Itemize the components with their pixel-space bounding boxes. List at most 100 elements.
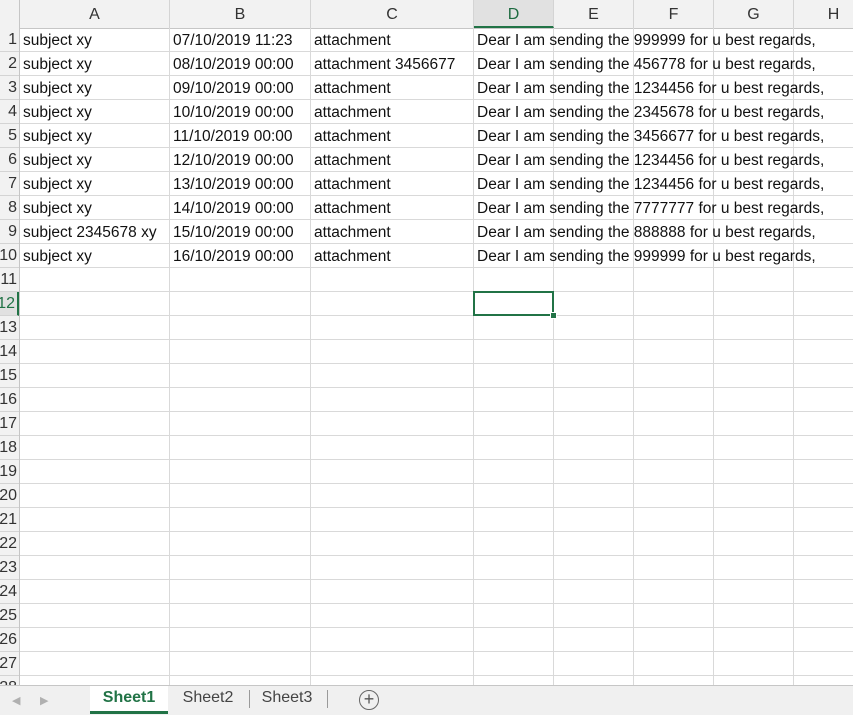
row-header-10[interactable]: 10 xyxy=(0,244,19,268)
row-header-19[interactable]: 19 xyxy=(0,460,19,484)
nav-right-icon[interactable]: ▶ xyxy=(40,694,48,707)
grid-hline xyxy=(20,627,853,628)
row-header-22[interactable]: 22 xyxy=(0,532,19,556)
cell-A9[interactable]: subject 2345678 xy xyxy=(20,220,157,244)
column-header-row: ABCDEFGH xyxy=(0,0,853,29)
cell-C7[interactable]: attachment xyxy=(311,172,391,196)
select-all-corner[interactable] xyxy=(0,0,20,28)
cell-C8[interactable]: attachment xyxy=(311,196,391,220)
column-header-E[interactable]: E xyxy=(554,0,634,28)
tab-sheet3[interactable]: Sheet3 xyxy=(250,686,324,714)
row-header-7[interactable]: 7 xyxy=(0,172,19,196)
cell-A2[interactable]: subject xy xyxy=(20,52,92,76)
row-header-4[interactable]: 4 xyxy=(0,100,19,124)
cell-B8[interactable]: 14/10/2019 00:00 xyxy=(170,196,294,220)
grid-hline xyxy=(20,531,853,532)
active-cell-D12[interactable] xyxy=(473,291,554,316)
cell-C10[interactable]: attachment xyxy=(311,244,391,268)
column-header-H[interactable]: H xyxy=(794,0,853,28)
cell-A3[interactable]: subject xy xyxy=(20,76,92,100)
row-header-23[interactable]: 23 xyxy=(0,556,19,580)
column-header-D[interactable]: D xyxy=(474,0,554,28)
column-header-A[interactable]: A xyxy=(20,0,170,28)
cell-B4[interactable]: 10/10/2019 00:00 xyxy=(170,100,294,124)
grid-hline xyxy=(20,483,853,484)
column-header-C[interactable]: C xyxy=(311,0,474,28)
row-header-13[interactable]: 13 xyxy=(0,316,19,340)
row-header-24[interactable]: 24 xyxy=(0,580,19,604)
grid-hline xyxy=(20,651,853,652)
cell-D10[interactable]: Dear I am sending the 999999 for u best … xyxy=(474,244,816,268)
add-sheet-icon[interactable]: + xyxy=(359,690,379,710)
cell-B7[interactable]: 13/10/2019 00:00 xyxy=(170,172,294,196)
row-header-27[interactable]: 27 xyxy=(0,652,19,676)
fill-handle[interactable] xyxy=(550,312,557,319)
cell-D7[interactable]: Dear I am sending the 1234456 for u best… xyxy=(474,172,824,196)
cell-A8[interactable]: subject xy xyxy=(20,196,92,220)
cell-D3[interactable]: Dear I am sending the 1234456 for u best… xyxy=(474,76,824,100)
row-header-15[interactable]: 15 xyxy=(0,364,19,388)
cell-A6[interactable]: subject xy xyxy=(20,148,92,172)
cell-C1[interactable]: attachment xyxy=(311,28,391,52)
cell-D8[interactable]: Dear I am sending the 7777777 for u best… xyxy=(474,196,824,220)
cell-B9[interactable]: 15/10/2019 00:00 xyxy=(170,220,294,244)
cell-B1[interactable]: 07/10/2019 11:23 xyxy=(170,28,293,52)
tab-sheet1[interactable]: Sheet1 xyxy=(90,686,168,714)
cell-A4[interactable]: subject xy xyxy=(20,100,92,124)
cell-A10[interactable]: subject xy xyxy=(20,244,92,268)
cell-C4[interactable]: attachment xyxy=(311,100,391,124)
nav-left-icon[interactable]: ◀ xyxy=(12,694,20,707)
grid-hline xyxy=(20,387,853,388)
cell-B5[interactable]: 11/10/2019 00:00 xyxy=(170,124,293,148)
cell-B2[interactable]: 08/10/2019 00:00 xyxy=(170,52,294,76)
grid-hline xyxy=(20,555,853,556)
grid-hline xyxy=(20,675,853,676)
column-header-B[interactable]: B xyxy=(170,0,311,28)
row-header-6[interactable]: 6 xyxy=(0,148,19,172)
row-header-18[interactable]: 18 xyxy=(0,436,19,460)
row-header-25[interactable]: 25 xyxy=(0,604,19,628)
cell-D1[interactable]: Dear I am sending the 999999 for u best … xyxy=(474,28,816,52)
grid-hline xyxy=(20,315,853,316)
row-header-3[interactable]: 3 xyxy=(0,76,19,100)
cell-B6[interactable]: 12/10/2019 00:00 xyxy=(170,148,294,172)
cell-A7[interactable]: subject xy xyxy=(20,172,92,196)
cell-C5[interactable]: attachment xyxy=(311,124,391,148)
cell-A1[interactable]: subject xy xyxy=(20,28,92,52)
row-header-14[interactable]: 14 xyxy=(0,340,19,364)
row-header-8[interactable]: 8 xyxy=(0,196,19,220)
cell-D9[interactable]: Dear I am sending the 888888 for u best … xyxy=(474,220,816,244)
column-header-F[interactable]: F xyxy=(634,0,714,28)
sheet-tab-bar: ◀ ▶ Sheet1 Sheet2 Sheet3 + xyxy=(0,685,853,715)
row-header-28[interactable]: 28 xyxy=(0,676,19,685)
cell-D6[interactable]: Dear I am sending the 1234456 for u best… xyxy=(474,148,824,172)
row-header-20[interactable]: 20 xyxy=(0,484,19,508)
grid-hline xyxy=(20,291,853,292)
cell-C9[interactable]: attachment xyxy=(311,220,391,244)
row-header-5[interactable]: 5 xyxy=(0,124,19,148)
row-header-12[interactable]: 12 xyxy=(0,292,19,316)
tab-sheet2[interactable]: Sheet2 xyxy=(170,686,246,714)
cell-D4[interactable]: Dear I am sending the 2345678 for u best… xyxy=(474,100,824,124)
row-header-11[interactable]: 11 xyxy=(0,268,19,292)
cell-B3[interactable]: 09/10/2019 00:00 xyxy=(170,76,294,100)
row-header-9[interactable]: 9 xyxy=(0,220,19,244)
row-header-2[interactable]: 2 xyxy=(0,52,19,76)
row-header-17[interactable]: 17 xyxy=(0,412,19,436)
cell-C3[interactable]: attachment xyxy=(311,76,391,100)
cell-C2[interactable]: attachment 3456677 xyxy=(311,52,455,76)
cell-A5[interactable]: subject xy xyxy=(20,124,92,148)
cell-D2[interactable]: Dear I am sending the 456778 for u best … xyxy=(474,52,816,76)
row-header-column: 1234567891011121314151617181920212223242… xyxy=(0,28,20,685)
cell-C6[interactable]: attachment xyxy=(311,148,391,172)
row-header-26[interactable]: 26 xyxy=(0,628,19,652)
row-header-1[interactable]: 1 xyxy=(0,28,19,52)
spreadsheet-grid: ABCDEFGH 1234567891011121314151617181920… xyxy=(0,0,853,685)
cell-B10[interactable]: 16/10/2019 00:00 xyxy=(170,244,294,268)
row-header-16[interactable]: 16 xyxy=(0,388,19,412)
cell-D5[interactable]: Dear I am sending the 3456677 for u best… xyxy=(474,124,824,148)
grid-hline xyxy=(20,579,853,580)
row-header-21[interactable]: 21 xyxy=(0,508,19,532)
column-header-G[interactable]: G xyxy=(714,0,794,28)
grid-hline xyxy=(20,339,853,340)
